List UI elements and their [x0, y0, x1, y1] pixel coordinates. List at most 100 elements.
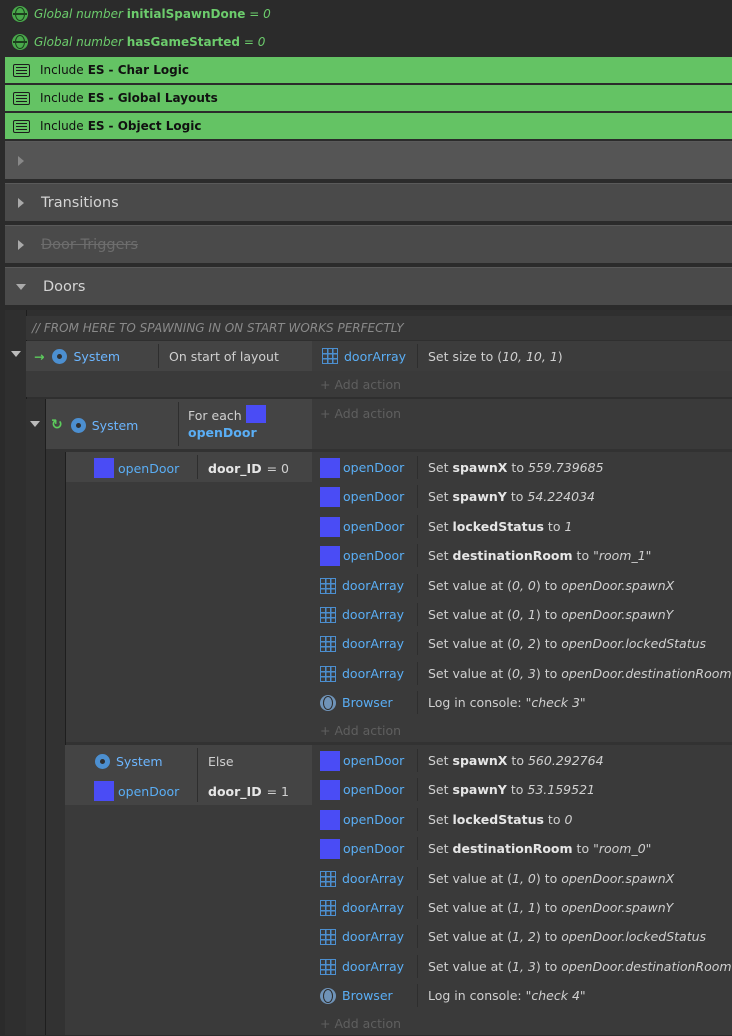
array-icon	[320, 899, 336, 916]
action-pre: Log in console:	[428, 695, 522, 710]
action-mid: to	[510, 489, 524, 504]
action-row[interactable]: doorArray Set value at (0, 0) to openDoor…	[312, 571, 732, 600]
action-row[interactable]: openDoor Set spawnX to 559.739685	[312, 453, 732, 482]
expand-icon[interactable]	[18, 239, 24, 250]
action-object: openDoor	[343, 841, 405, 856]
action-row[interactable]: openDoor Set spawnY to 54.224034	[312, 482, 732, 511]
sprite-icon	[320, 516, 340, 537]
action-pre: Set	[428, 782, 449, 797]
sprite-icon	[245, 405, 266, 423]
action-var: lockedStatus	[452, 812, 544, 827]
gear-icon	[70, 417, 86, 433]
global-var-initialSpawnDone[interactable]: Global number initialSpawnDone = 0	[0, 0, 732, 28]
sprite-icon	[320, 750, 340, 771]
gear-icon	[95, 753, 110, 769]
action-row[interactable]: openDoor Set spawnX to 560.292764	[312, 746, 732, 775]
collapse-icon[interactable]	[16, 283, 26, 290]
action-row[interactable]: doorArray Set value at (1, 0) to openDoor…	[312, 864, 732, 893]
action-pre: Set value at (	[428, 636, 513, 651]
action-object: doorArray	[342, 900, 405, 915]
action-pre: Set	[428, 753, 449, 768]
action-row[interactable]: openDoor Set lockedStatus to 0	[312, 805, 732, 834]
action-object: openDoor	[343, 519, 405, 534]
loop-icon: ↻	[51, 417, 63, 433]
condition-else[interactable]: Else	[208, 746, 234, 776]
condition-object: openDoor	[118, 460, 180, 476]
action-mid: to	[547, 519, 561, 534]
action-value: 1, 3	[512, 959, 536, 974]
array-icon	[320, 577, 336, 594]
action-row[interactable]: doorArray Set value at (0, 1) to openDoor…	[312, 600, 732, 629]
sprite-icon	[320, 545, 340, 566]
action-row[interactable]: doorArray Set value at (1, 3) to openDoor…	[312, 952, 732, 981]
condition-compare-var[interactable]: door_ID = 1	[208, 777, 289, 805]
action-text[interactable]: Set size to (10, 10, 1)	[428, 341, 563, 371]
action-value-2: openDoor.lockedStatus	[561, 929, 707, 944]
action-value-2: openDoor.spawnX	[561, 578, 675, 593]
action-var: destinationRoom	[452, 841, 573, 856]
action-row[interactable]: doorArray Set value at (1, 2) to openDoor…	[312, 922, 732, 951]
global-var-hasGameStarted[interactable]: Global number hasGameStarted = 0	[0, 28, 732, 56]
trigger-arrow-icon: →	[34, 348, 45, 364]
action-row[interactable]: Browser Log in console: "check 3"	[312, 688, 732, 717]
group-door-triggers[interactable]: Door Triggers	[5, 225, 732, 263]
include-es: ES	[87, 119, 105, 133]
action-row[interactable]: openDoor Set spawnY to 53.159521	[312, 775, 732, 804]
add-action-link[interactable]: + Add action	[320, 717, 401, 743]
action-pre: Set value at (	[428, 900, 513, 915]
action-row[interactable]: openDoor Set destinationRoom to "room_0"	[312, 834, 732, 863]
action-pre: Set	[428, 489, 449, 504]
global-var-prefix: Global number	[34, 35, 123, 49]
include-es: ES	[87, 91, 105, 105]
condition-object: System	[73, 348, 121, 364]
group-unnamed[interactable]	[5, 141, 732, 179]
include-char-logic[interactable]: Include ES - Char Logic	[5, 57, 732, 83]
condition-compare-var[interactable]: door_ID = 0	[208, 454, 289, 482]
include-object-logic[interactable]: Include ES - Object Logic	[5, 113, 732, 139]
browser-icon	[320, 694, 336, 711]
action-object: doorArray	[342, 666, 405, 681]
array-icon	[320, 635, 336, 652]
action-row[interactable]: openDoor Set destinationRoom to "room_1"	[312, 541, 732, 570]
include-global-layouts[interactable]: Include ES - Global Layouts	[5, 85, 732, 111]
condition-var: door_ID	[208, 460, 262, 476]
condition-value: = 1	[266, 783, 289, 799]
action-object: doorArray	[342, 929, 405, 944]
event-door-id-0[interactable]	[65, 452, 312, 742]
action-post: ) to	[535, 929, 558, 944]
sprite-icon	[320, 457, 340, 478]
condition-on-start[interactable]: On start of layout	[169, 341, 279, 371]
action-pre: Set	[428, 812, 449, 827]
comment-row[interactable]: // FROM HERE TO SPAWNING IN ON START WOR…	[26, 316, 732, 340]
action-object: doorArray	[342, 871, 405, 886]
sprite-icon	[94, 781, 114, 801]
action-object: Browser	[342, 988, 393, 1003]
array-icon	[320, 928, 336, 945]
gear-icon	[52, 348, 68, 364]
action-set-size[interactable]: doorArray	[322, 341, 406, 371]
array-icon	[320, 870, 336, 887]
condition-object: openDoor	[118, 783, 180, 799]
action-row[interactable]: doorArray Set value at (0, 3) to openDoor…	[312, 659, 732, 688]
action-row[interactable]: doorArray Set value at (1, 1) to openDoor…	[312, 893, 732, 922]
expand-icon[interactable]	[18, 197, 24, 208]
group-doors[interactable]: Doors	[5, 267, 732, 305]
action-row[interactable]: Browser Log in console: "check 4"	[312, 981, 732, 1010]
globe-icon	[12, 6, 28, 22]
action-pre: Set	[428, 841, 449, 856]
array-icon	[320, 665, 336, 682]
collapse-icon[interactable]	[11, 351, 21, 357]
expand-icon[interactable]	[18, 155, 24, 166]
add-action-link[interactable]: + Add action	[320, 1010, 401, 1036]
add-action-link[interactable]: + Add action	[320, 399, 401, 427]
group-title: Transitions	[41, 194, 119, 211]
group-transitions[interactable]: Transitions	[5, 183, 732, 221]
condition-for-each[interactable]: For each openDoor	[188, 405, 266, 441]
add-action-link[interactable]: + Add action	[320, 371, 401, 397]
list-icon	[13, 63, 30, 77]
action-row[interactable]: doorArray Set value at (0, 2) to openDoor…	[312, 629, 732, 658]
action-post: )	[557, 348, 563, 364]
action-row[interactable]: openDoor Set lockedStatus to 1	[312, 512, 732, 541]
action-post: ) to	[535, 607, 558, 622]
collapse-icon[interactable]	[30, 421, 40, 427]
